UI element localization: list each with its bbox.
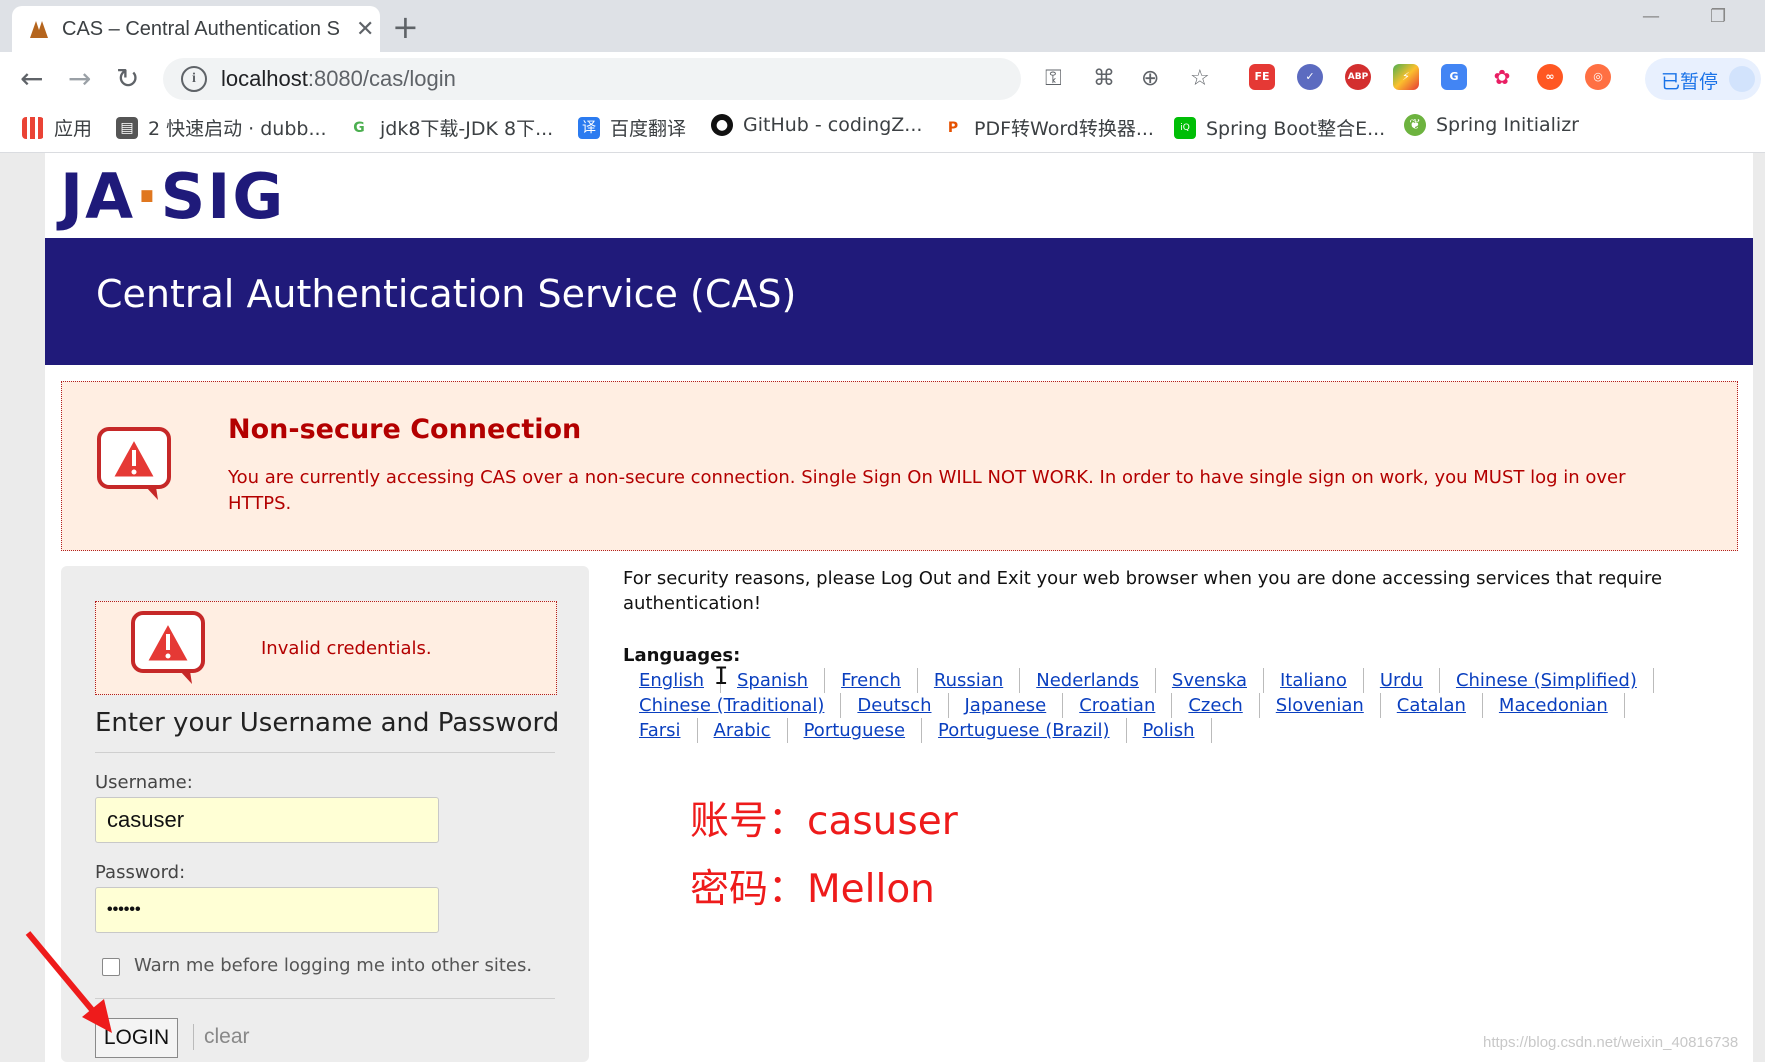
- color-extension-icon[interactable]: ⚡: [1393, 64, 1419, 90]
- lang-french[interactable]: French: [825, 668, 918, 693]
- lang-portuguese-brazil[interactable]: Portuguese (Brazil): [922, 718, 1127, 743]
- tab-close-icon[interactable]: ✕: [356, 17, 374, 42]
- site-info-icon[interactable]: i: [181, 66, 207, 92]
- profile-button[interactable]: 已暂停: [1645, 58, 1761, 100]
- restore-icon[interactable]: ❐: [1710, 6, 1726, 27]
- new-tab-button[interactable]: +: [392, 8, 419, 46]
- apps-grid-icon: [22, 116, 44, 139]
- bookmark-spring-initializr[interactable]: ❦ Spring Initializr: [1404, 114, 1579, 136]
- adblock-icon[interactable]: ABP: [1345, 64, 1371, 90]
- warning-icon: [97, 427, 171, 500]
- translate-page-icon[interactable]: ⌘: [1093, 66, 1115, 91]
- google-translate-icon[interactable]: G: [1441, 64, 1467, 90]
- login-heading: Enter your Username and Password: [95, 708, 560, 738]
- translate-icon: 译: [578, 116, 600, 139]
- spring-icon: ❦: [1404, 114, 1426, 136]
- lang-chinese-traditional[interactable]: Chinese (Traditional): [623, 693, 842, 718]
- language-list: English Spanish French Russian Nederlands Sve…: [623, 668, 1733, 743]
- check-extension-icon[interactable]: ✓: [1297, 64, 1323, 90]
- annotation-password: 密码：Mellon: [690, 867, 935, 912]
- bookmark-star-icon[interactable]: ☆: [1190, 66, 1210, 91]
- divider: [95, 998, 555, 999]
- avatar: [1729, 66, 1755, 92]
- github-icon: ●: [711, 114, 733, 136]
- username-input[interactable]: casuser: [95, 797, 439, 843]
- non-secure-warning: Non-secure Connection You are currently …: [61, 381, 1738, 551]
- cas-favicon-icon: [30, 21, 48, 38]
- lang-farsi[interactable]: Farsi: [623, 718, 698, 743]
- lang-nederlands[interactable]: Nederlands: [1020, 668, 1156, 693]
- lang-urdu[interactable]: Urdu: [1364, 668, 1440, 693]
- url-host: localhost: [221, 66, 308, 91]
- iqiyi-icon: iQ: [1174, 116, 1196, 139]
- username-label: Username:: [95, 772, 193, 793]
- password-label: Password:: [95, 862, 186, 883]
- lang-catalan[interactable]: Catalan: [1381, 693, 1483, 718]
- bookmark-github[interactable]: ● GitHub - codingZ...: [711, 114, 922, 136]
- address-bar[interactable]: i localhost:8080/cas/login: [163, 58, 1021, 100]
- bookmark-spring-boot[interactable]: iQ Spring Boot整合E...: [1174, 114, 1385, 141]
- lang-russian[interactable]: Russian: [918, 668, 1021, 693]
- photos-icon[interactable]: ✿: [1489, 64, 1515, 90]
- cas-banner: Central Authentication Service (CAS): [45, 238, 1753, 365]
- red-arrow-icon: [25, 931, 112, 1033]
- profile-label: 已暂停: [1661, 71, 1719, 93]
- forward-icon[interactable]: →: [68, 62, 91, 95]
- url-path: :8080/cas/login: [307, 66, 456, 91]
- error-icon: [131, 611, 205, 684]
- g-icon: G: [348, 116, 370, 139]
- lang-macedonian[interactable]: Macedonian: [1483, 693, 1625, 718]
- key-icon[interactable]: ⚿: [1045, 66, 1062, 91]
- lang-slovenian[interactable]: Slovenian: [1260, 693, 1381, 718]
- bookmark-jdk8[interactable]: Gjdk8下载-JDK 8下...: [348, 114, 553, 141]
- lang-polish[interactable]: Polish: [1127, 718, 1212, 743]
- fe-extension-icon[interactable]: FE: [1249, 64, 1275, 90]
- pdf-icon: P: [942, 116, 964, 139]
- watermark: https://blog.csdn.net/weixin_40816738: [1483, 1034, 1739, 1051]
- security-note: For security reasons, please Log Out and…: [623, 568, 1663, 614]
- lang-deutsch[interactable]: Deutsch: [841, 693, 949, 718]
- lang-japanese[interactable]: Japanese: [949, 693, 1064, 718]
- infinity-icon[interactable]: ∞: [1537, 64, 1563, 90]
- warning-text: You are currently accessing CAS over a n…: [228, 467, 1626, 514]
- divider: [193, 1024, 194, 1050]
- page-title: Central Authentication Service (CAS): [96, 272, 797, 316]
- jasig-logo: JA·SIG: [60, 160, 286, 233]
- lang-croatian[interactable]: Croatian: [1063, 693, 1173, 718]
- zoom-icon[interactable]: ⊕: [1141, 66, 1159, 91]
- minimize-icon[interactable]: —: [1642, 6, 1660, 27]
- error-message: Invalid credentials.: [261, 638, 432, 659]
- lang-arabic[interactable]: Arabic: [698, 718, 788, 743]
- lang-svenska[interactable]: Svenska: [1156, 668, 1264, 693]
- password-input[interactable]: ••••••: [95, 887, 439, 933]
- reload-icon[interactable]: ↻: [116, 62, 139, 95]
- back-icon[interactable]: ←: [20, 62, 43, 95]
- bookmark-pdf[interactable]: P PDF转Word转换器...: [942, 114, 1154, 141]
- lifebuoy-icon[interactable]: ◎: [1585, 64, 1611, 90]
- divider: [95, 752, 555, 753]
- bookmark-baidu-translate[interactable]: 译百度翻译: [578, 114, 686, 141]
- warning-title: Non-secure Connection: [228, 414, 582, 445]
- tab-title: CAS – Central Authentication S: [62, 17, 340, 40]
- lang-czech[interactable]: Czech: [1172, 693, 1260, 718]
- clear-button[interactable]: clear: [204, 1025, 250, 1049]
- book-icon: ▤: [116, 116, 138, 139]
- bookmark-apps[interactable]: 应用: [22, 114, 92, 141]
- lang-spanish[interactable]: Spanish: [721, 668, 826, 693]
- browser-tab[interactable]: CAS – Central Authentication S ✕: [12, 6, 380, 52]
- lang-portuguese[interactable]: Portuguese: [788, 718, 923, 743]
- annotation-account: 账号：casuser: [690, 799, 958, 844]
- lang-english[interactable]: English: [623, 668, 721, 693]
- error-box: Invalid credentials.: [95, 601, 557, 695]
- warn-checkbox-label: Warn me before logging me into other sit…: [134, 955, 533, 976]
- lang-italiano[interactable]: Italiano: [1264, 668, 1364, 693]
- lang-chinese-simplified[interactable]: Chinese (Simplified): [1440, 668, 1654, 693]
- bookmark-dubbo[interactable]: ▤ 2 快速启动 · dubb...: [116, 114, 327, 141]
- text-cursor-icon: I: [714, 662, 729, 690]
